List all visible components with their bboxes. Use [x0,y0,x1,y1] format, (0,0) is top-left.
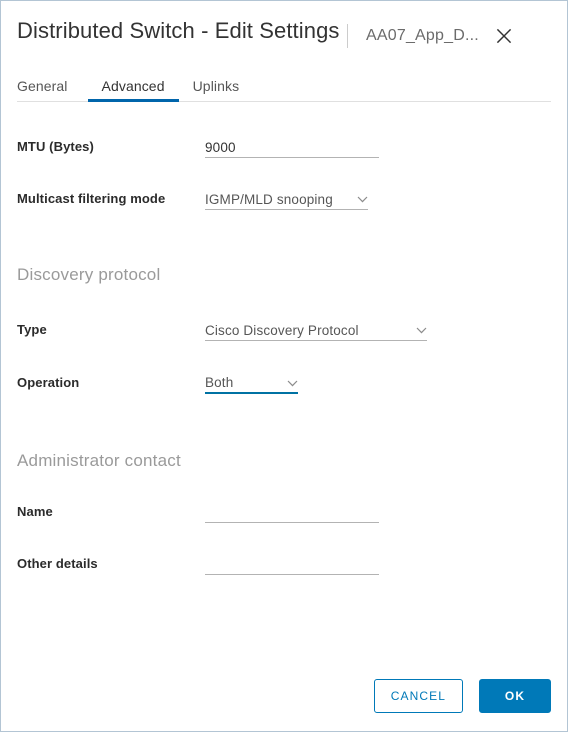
mtu-input[interactable]: 9000 [205,137,379,158]
header-divider [347,24,348,48]
field-row-type: Type Cisco Discovery Protocol [17,319,551,341]
field-row-multicast: Multicast filtering mode IGMP/MLD snoopi… [17,188,551,210]
dialog-header: Distributed Switch - Edit Settings AA07_… [1,1,567,49]
tab-bar: General Advanced Uplinks [17,73,551,102]
page-title: Distributed Switch - Edit Settings [17,18,340,43]
name-label: Name [17,504,53,519]
administrator-contact-section-title: Administrator contact [17,451,181,470]
chevron-down-icon [287,374,298,392]
field-row-mtu: MTU (Bytes) 9000 [17,136,551,158]
other-details-label: Other details [17,556,98,571]
ok-button[interactable]: OK [479,679,551,713]
mtu-value: 9000 [205,139,236,155]
header-right-group: AA07_App_D... [347,15,515,49]
operation-label: Operation [17,375,80,390]
object-name-label: AA07_App_D... [366,27,479,44]
chevron-down-icon [416,321,427,339]
tab-bar-container: General Advanced Uplinks [1,73,567,102]
multicast-select[interactable]: IGMP/MLD snooping [205,189,368,210]
field-row-name: Name [17,501,551,523]
cancel-button[interactable]: CANCEL [373,679,463,713]
close-button[interactable] [493,25,515,47]
discovery-type-select[interactable]: Cisco Discovery Protocol [205,320,427,341]
discovery-type-value: Cisco Discovery Protocol [205,322,359,338]
tab-general[interactable]: General [17,78,88,101]
tab-uplinks[interactable]: Uplinks [179,78,254,101]
dialog-body: MTU (Bytes) 9000 Multicast filtering mod… [1,102,567,679]
discovery-operation-value: Both [205,375,234,390]
mtu-label: MTU (Bytes) [17,139,94,154]
close-icon [495,27,513,45]
dialog-footer: CANCEL OK [1,679,567,731]
field-row-operation: Operation Both [17,372,551,394]
multicast-label: Multicast filtering mode [17,191,166,206]
type-label: Type [17,322,47,337]
edit-settings-dialog: Distributed Switch - Edit Settings AA07_… [0,0,568,732]
discovery-protocol-section-title: Discovery protocol [17,265,161,284]
admin-name-input[interactable] [205,502,379,523]
chevron-down-icon [357,190,368,208]
multicast-value: IGMP/MLD snooping [205,191,333,207]
admin-other-details-input[interactable] [205,554,379,575]
tab-advanced[interactable]: Advanced [87,78,179,102]
field-row-other-details: Other details [17,553,551,575]
discovery-operation-select[interactable]: Both [205,373,298,394]
